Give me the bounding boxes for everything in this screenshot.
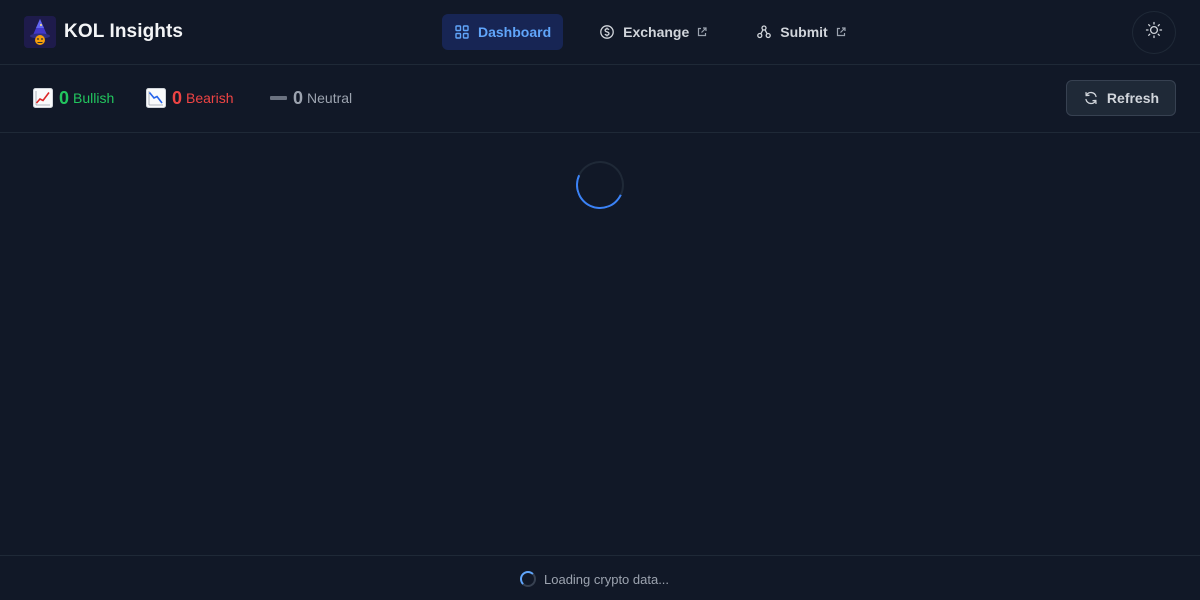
- loading-status: Loading crypto data...: [520, 570, 669, 588]
- top-nav-bar: KOL Insights Dashboard Exchange Submit: [0, 0, 1200, 65]
- nav-submit[interactable]: Submit: [744, 14, 858, 50]
- sun-icon: [1145, 21, 1163, 44]
- neutral-stat: 0 Neutral: [270, 85, 352, 111]
- brand[interactable]: KOL Insights: [24, 16, 183, 48]
- bearish-stat: 0 Bearish: [146, 85, 233, 111]
- nav-submit-label: Submit: [780, 24, 828, 40]
- status-footer: Loading crypto data...: [0, 555, 1200, 600]
- dollar-circle-icon: [599, 24, 615, 40]
- main-nav: Dashboard Exchange Submit: [442, 14, 859, 50]
- nav-dashboard-label: Dashboard: [478, 24, 552, 40]
- bearish-label: Bearish: [186, 90, 234, 106]
- loading-spinner: [569, 154, 631, 216]
- bullish-label: Bullish: [73, 90, 115, 106]
- chart-up-icon: [33, 88, 53, 108]
- wizard-logo-icon: [24, 16, 56, 48]
- refresh-label: Refresh: [1106, 90, 1160, 106]
- sentiment-stats-bar: 0 Bullish 0 Bearish 0 Neutral Refresh: [0, 65, 1200, 133]
- bearish-count: 0: [172, 87, 183, 108]
- nav-exchange[interactable]: Exchange: [587, 14, 720, 50]
- bullish-stat: 0 Bullish: [33, 85, 114, 111]
- refresh-button[interactable]: Refresh: [1066, 80, 1176, 116]
- grid-icon: [454, 24, 470, 40]
- refresh-icon: [1083, 90, 1099, 106]
- small-spinner-icon: [520, 571, 536, 587]
- brand-name: KOL Insights: [64, 21, 184, 42]
- nav-exchange-label: Exchange: [623, 24, 690, 40]
- neutral-count: 0: [293, 87, 304, 108]
- share-nodes-icon: [756, 24, 772, 40]
- external-link-icon: [696, 26, 708, 38]
- neutral-label: Neutral: [307, 90, 353, 106]
- chart-down-icon: [146, 88, 166, 108]
- dash-icon: [270, 96, 287, 100]
- loading-text: Loading crypto data...: [544, 571, 670, 587]
- theme-toggle-button[interactable]: [1132, 11, 1176, 54]
- bullish-count: 0: [59, 87, 70, 108]
- nav-dashboard[interactable]: Dashboard: [442, 14, 564, 50]
- external-link-icon: [835, 26, 847, 38]
